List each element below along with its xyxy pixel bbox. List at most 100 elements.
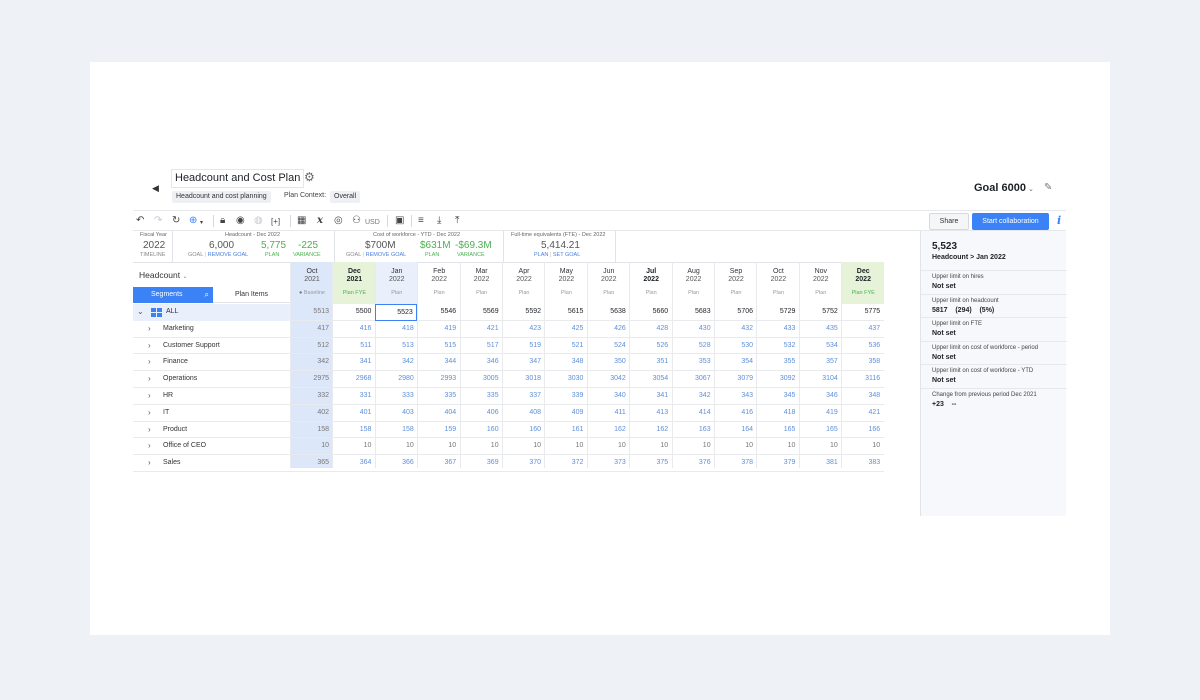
segment-label[interactable]: › Marketing — [133, 321, 290, 338]
grid-cell[interactable]: 345 — [756, 388, 798, 405]
grid-cell[interactable]: 10 — [375, 438, 417, 455]
grid-cell[interactable]: 418 — [375, 321, 417, 338]
panel-item[interactable]: Change from previous period Dec 2021 +23 … — [921, 387, 1067, 412]
start-collaboration-button[interactable]: Start collaboration — [972, 213, 1049, 230]
grid-cell[interactable]: 430 — [672, 321, 714, 338]
grid-cell[interactable]: 513 — [375, 338, 417, 355]
grid-cell[interactable]: 419 — [417, 321, 459, 338]
grid-cell[interactable]: 346 — [460, 354, 502, 371]
grid-cell[interactable]: 346 — [799, 388, 841, 405]
grid-cell[interactable]: 10 — [799, 438, 841, 455]
grid-cell[interactable]: 10 — [502, 438, 544, 455]
panel-item[interactable]: Upper limit on hires Not set — [921, 270, 1067, 294]
grid-cell[interactable]: 357 — [799, 354, 841, 371]
chevron-down-icon[interactable]: ⌄ — [137, 307, 144, 316]
grid-cell[interactable]: 162 — [629, 422, 671, 439]
download-icon[interactable]: ⤓ — [437, 215, 441, 227]
undo-icon[interactable]: ↶ — [136, 215, 144, 227]
plan-title[interactable]: Headcount and Cost Plan — [171, 169, 305, 188]
grid-cell[interactable]: 165 — [756, 422, 798, 439]
chevron-right-icon[interactable]: › — [148, 391, 151, 400]
grid-cell[interactable]: 411 — [587, 405, 629, 422]
grid-cell[interactable]: 5775 — [841, 304, 883, 321]
grid-cell[interactable]: 401 — [332, 405, 374, 422]
grid-cell[interactable]: 343 — [714, 388, 756, 405]
grid-cell[interactable]: 342 — [375, 354, 417, 371]
grid-cell[interactable]: 5706 — [714, 304, 756, 321]
grid-cell[interactable]: 3030 — [544, 371, 586, 388]
share-button[interactable]: Share — [929, 213, 969, 230]
grid-cell[interactable]: 419 — [799, 405, 841, 422]
grid-cell[interactable]: 339 — [544, 388, 586, 405]
grid-cell[interactable]: 335 — [460, 388, 502, 405]
grid-cell[interactable]: 3104 — [799, 371, 841, 388]
grid-cell[interactable]: 375 — [629, 455, 671, 472]
expand-columns-icon[interactable]: [+] — [271, 216, 280, 228]
grid-cell[interactable]: 5546 — [417, 304, 459, 321]
grid-cell[interactable]: 3079 — [714, 371, 756, 388]
grid-cell[interactable]: 379 — [756, 455, 798, 472]
currency-icon[interactable]: ⚇ — [352, 215, 361, 227]
grid-cell[interactable]: 404 — [417, 405, 459, 422]
chevron-right-icon[interactable]: › — [148, 324, 151, 333]
grid-cell[interactable]: 5638 — [587, 304, 629, 321]
formula-icon[interactable]: x — [317, 215, 323, 227]
column-header[interactable]: Mar 2022 Plan — [461, 262, 503, 304]
grid-cell[interactable]: 3042 — [587, 371, 629, 388]
column-header[interactable]: Feb 2022 Plan — [418, 262, 460, 304]
grid-cell[interactable]: 421 — [841, 405, 883, 422]
segment-label[interactable]: › HR — [133, 388, 290, 405]
panel-item[interactable]: Upper limit on cost of workforce - perio… — [921, 340, 1067, 365]
pencil-icon[interactable]: ✎ — [1044, 182, 1052, 193]
grid-cell[interactable]: 10 — [544, 438, 586, 455]
upload-icon[interactable]: ⤒ — [455, 215, 459, 227]
column-header[interactable]: Jun 2022 Plan — [588, 262, 630, 304]
grid-cell[interactable]: 532 — [756, 338, 798, 355]
column-header[interactable]: Apr 2022 Plan — [503, 262, 545, 304]
grid-cell[interactable]: 355 — [756, 354, 798, 371]
grid-cell[interactable]: 347 — [502, 354, 544, 371]
grid-cell[interactable]: 341 — [629, 388, 671, 405]
grid-cell[interactable]: 408 — [502, 405, 544, 422]
grid-cell[interactable]: 403 — [375, 405, 417, 422]
search-icon[interactable]: ⌕ — [205, 287, 209, 303]
goal-dropdown[interactable]: Goal 6000 ⌄ — [974, 182, 1034, 194]
grid-cell[interactable]: 3054 — [629, 371, 671, 388]
grid-cell[interactable]: 406 — [460, 405, 502, 422]
column-header[interactable]: Dec 2022 Plan FYE — [842, 262, 885, 304]
grid-cell[interactable]: 2993 — [417, 371, 459, 388]
column-header[interactable]: Sep 2022 Plan — [715, 262, 757, 304]
segment-label[interactable]: › IT — [133, 405, 290, 422]
grid-cell[interactable]: 366 — [375, 455, 417, 472]
grid-cell[interactable]: 432 — [714, 321, 756, 338]
grid-cell[interactable]: 376 — [672, 455, 714, 472]
kpi-fiscal-year[interactable]: Fiscal Year 2022 TIMELINE — [133, 231, 173, 262]
grid-cell[interactable]: 5752 — [799, 304, 841, 321]
panel-item[interactable]: Upper limit on FTE Not set — [921, 317, 1067, 341]
segment-label[interactable]: › Customer Support — [133, 338, 290, 355]
grid-cell[interactable]: 165 — [799, 422, 841, 439]
coin-icon[interactable]: ◉ — [236, 215, 245, 227]
column-header[interactable]: Jul 2022 Plan — [630, 262, 672, 304]
grid-cell[interactable]: 511 — [332, 338, 374, 355]
grid-cell[interactable]: 3067 — [672, 371, 714, 388]
segment-label[interactable]: › Operations — [133, 371, 290, 388]
grid-cell[interactable]: 5615 — [544, 304, 586, 321]
grid-cell[interactable]: 160 — [460, 422, 502, 439]
grid-cell[interactable]: 342 — [672, 388, 714, 405]
remove-goal-link[interactable]: REMOVE GOAL — [366, 252, 407, 258]
grid-cell[interactable]: 515 — [417, 338, 459, 355]
grid-cell[interactable]: 367 — [417, 455, 459, 472]
column-header[interactable]: Jan 2022 Plan — [375, 262, 418, 304]
column-header[interactable]: Dec 2021 Plan FYE — [333, 262, 376, 304]
grid-cell[interactable]: 5592 — [502, 304, 544, 321]
grid-cell[interactable]: 10 — [417, 438, 459, 455]
chevron-right-icon[interactable]: › — [148, 341, 151, 350]
grid-cell[interactable]: 5569 — [460, 304, 502, 321]
chevron-down-icon[interactable]: ▾ — [200, 217, 203, 229]
grid-cell[interactable]: 10 — [587, 438, 629, 455]
grid-cell[interactable]: 378 — [714, 455, 756, 472]
add-icon[interactable]: ⊕ — [189, 215, 197, 227]
grid-cell[interactable]: 433 — [756, 321, 798, 338]
grid-cell[interactable]: 5729 — [756, 304, 798, 321]
